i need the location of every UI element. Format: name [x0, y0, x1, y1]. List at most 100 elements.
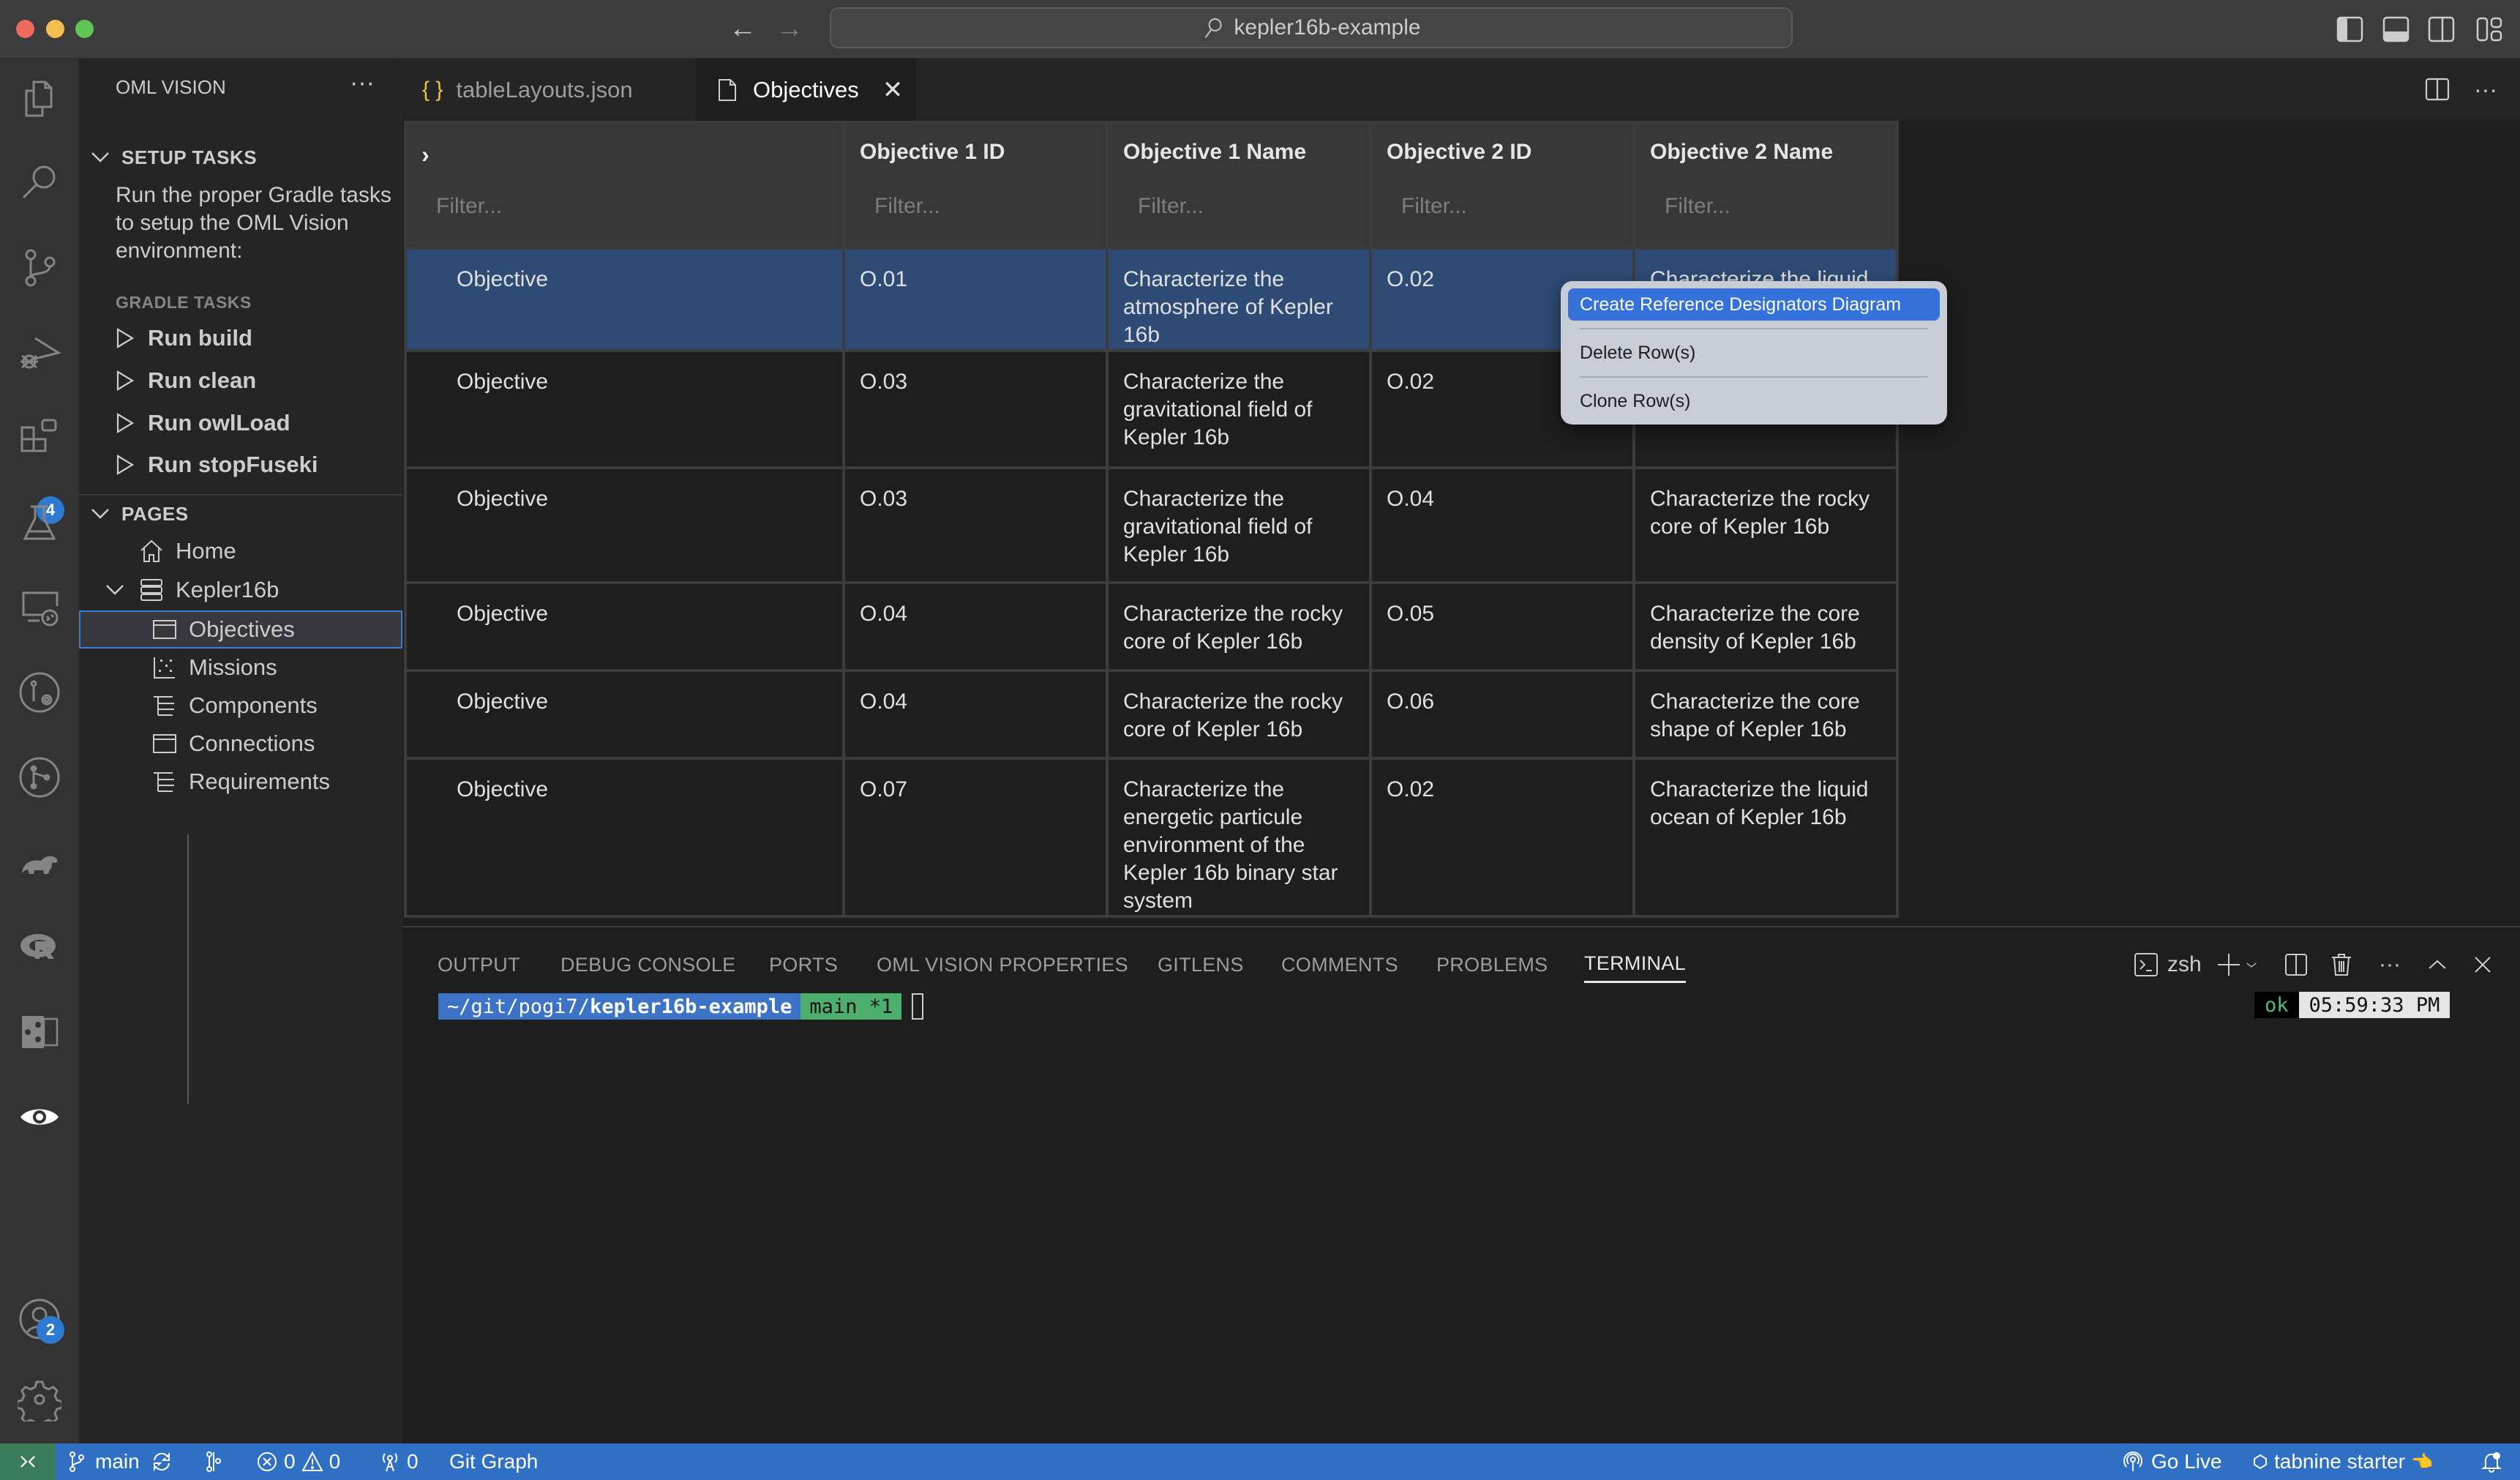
close-panel-icon[interactable]: [2470, 946, 2495, 983]
gradle-elephant-icon[interactable]: [16, 839, 63, 886]
tabnine-status[interactable]: tabnine starter 👈: [2252, 1443, 2433, 1480]
column-header-objective-1-name[interactable]: Objective 1 Name: [1106, 121, 1372, 250]
objective-1-name-cell[interactable]: Characterize the rocky core of Kepler 16…: [1106, 669, 1372, 760]
run-owlload-task[interactable]: Run owlLoad: [116, 405, 290, 441]
column-header-objective-2-id[interactable]: Objective 2 ID: [1369, 121, 1635, 250]
tab-objectives[interactable]: Objectives ✕: [696, 59, 915, 121]
back-arrow-icon[interactable]: ←: [729, 10, 757, 47]
objective-1-name-cell[interactable]: Characterize the gravitational field of …: [1106, 349, 1372, 469]
sidebar-more-actions-icon[interactable]: ···: [350, 69, 375, 97]
expand-all-icon[interactable]: ›: [407, 124, 842, 187]
window-close-button[interactable]: [16, 20, 34, 38]
kill-terminal-trash-icon[interactable]: [2329, 946, 2354, 983]
type-cell[interactable]: Objective: [404, 581, 845, 672]
panel-more-actions-icon[interactable]: ···: [2379, 946, 2401, 983]
terminal-dropdown-chevron-icon[interactable]: [2244, 946, 2259, 983]
window-maximize-button[interactable]: [75, 20, 94, 38]
problems-status[interactable]: 0 0: [256, 1443, 340, 1480]
objective-2-id-cell[interactable]: O.06: [1369, 669, 1635, 760]
panel-tab-ports[interactable]: PORTS: [769, 946, 838, 983]
gitlens-icon[interactable]: [16, 669, 63, 716]
toggle-panel-icon[interactable]: [2382, 15, 2411, 44]
terminal-instance-zsh[interactable]: zsh: [2134, 946, 2202, 983]
menu-item-clone-rows[interactable]: Clone Row(s): [1568, 385, 1940, 417]
menu-item-create-reference-designators-diagram[interactable]: Create Reference Designators Diagram: [1568, 288, 1940, 321]
tab-tablelayouts-json[interactable]: { } tableLayouts.json: [403, 59, 696, 121]
oml-share-icon[interactable]: [16, 1009, 63, 1055]
objective-1-name-cell[interactable]: Characterize the energetic particule env…: [1106, 757, 1372, 918]
type-cell[interactable]: Objective: [404, 349, 845, 469]
page-components[interactable]: Components: [79, 687, 402, 725]
filter-input-objective-2-id[interactable]: [1372, 187, 1632, 219]
page-missions[interactable]: Missions: [79, 649, 402, 687]
panel-tab-debug-console[interactable]: DEBUG CONSOLE: [560, 946, 735, 983]
remote-explorer-icon[interactable]: [16, 584, 63, 631]
objective-2-name-cell[interactable]: Characterize the rocky core of Kepler 16…: [1632, 466, 1899, 584]
settings-gear-icon[interactable]: [16, 1376, 63, 1423]
filter-input-objective-1-id[interactable]: [845, 187, 1106, 219]
panel-tab-gitlens[interactable]: GITLENS: [1158, 946, 1244, 983]
objective-1-id-cell[interactable]: O.03: [842, 349, 1109, 469]
column-header-objective-1-id[interactable]: Objective 1 ID: [842, 121, 1109, 250]
pages-section-header[interactable]: PAGES: [79, 496, 402, 532]
testing-flask-icon[interactable]: [16, 499, 63, 546]
run-clean-task[interactable]: Run clean: [116, 362, 256, 399]
objective-1-name-cell[interactable]: Characterize the atmosphere of Kepler 16…: [1106, 247, 1372, 352]
objective-1-id-cell[interactable]: O.03: [842, 466, 1109, 584]
run-stopfuseki-task[interactable]: Run stopFuseki: [116, 446, 318, 483]
ports-status[interactable]: 0: [379, 1443, 419, 1480]
git-branch-status[interactable]: main: [66, 1443, 140, 1480]
objective-1-name-cell[interactable]: Characterize the rocky core of Kepler 16…: [1106, 581, 1372, 672]
sync-changes-icon[interactable]: [151, 1443, 173, 1480]
panel-tab-terminal[interactable]: TERMINAL: [1584, 946, 1686, 983]
objective-1-id-cell[interactable]: O.04: [842, 581, 1109, 672]
menu-item-delete-rows[interactable]: Delete Row(s): [1568, 337, 1940, 369]
page-requirements[interactable]: Requirements: [79, 763, 402, 801]
toggle-primary-sidebar-icon[interactable]: [2336, 15, 2365, 44]
type-cell[interactable]: Objective: [404, 466, 845, 584]
go-live-button[interactable]: Go Live: [2122, 1443, 2222, 1480]
objective-2-id-cell[interactable]: O.05: [1369, 581, 1635, 672]
panel-tab-problems[interactable]: PROBLEMS: [1436, 946, 1548, 983]
page-connections[interactable]: Connections: [79, 725, 402, 763]
objective-1-id-cell[interactable]: O.07: [842, 757, 1109, 918]
window-minimize-button[interactable]: [46, 20, 64, 38]
explorer-icon[interactable]: [16, 75, 63, 122]
split-terminal-icon[interactable]: [2284, 946, 2309, 983]
objective-1-name-cell[interactable]: Characterize the gravitational field of …: [1106, 466, 1372, 584]
maximize-panel-chevron-up-icon[interactable]: [2425, 946, 2450, 983]
objective-2-name-cell[interactable]: Characterize the core density of Kepler …: [1632, 581, 1899, 672]
close-icon[interactable]: ✕: [882, 75, 904, 105]
r-language-icon[interactable]: [16, 924, 63, 971]
objective-2-name-cell[interactable]: Characterize the liquid ocean of Kepler …: [1632, 757, 1899, 918]
objective-2-id-cell[interactable]: O.02: [1369, 757, 1635, 918]
objective-2-id-cell[interactable]: O.04: [1369, 466, 1635, 584]
forward-arrow-icon[interactable]: →: [776, 10, 803, 47]
column-header-objective-2-name[interactable]: Objective 2 Name: [1632, 121, 1899, 250]
table-row[interactable]: Objective O.04 Characterize the rocky co…: [404, 581, 1899, 672]
new-terminal-icon[interactable]: [2216, 946, 2241, 983]
search-icon[interactable]: [16, 160, 63, 206]
run-build-task[interactable]: Run build: [116, 320, 252, 356]
objective-1-id-cell[interactable]: O.04: [842, 669, 1109, 760]
type-cell[interactable]: Objective: [404, 669, 845, 760]
git-graph-icon[interactable]: [16, 754, 63, 801]
panel-tab-output[interactable]: OUTPUT: [438, 946, 520, 983]
objective-2-name-cell[interactable]: Characterize the core shape of Kepler 16…: [1632, 669, 1899, 760]
oml-vision-eye-icon[interactable]: [16, 1094, 63, 1140]
filter-input-type[interactable]: [407, 187, 842, 219]
panel-tab-comments[interactable]: COMMENTS: [1281, 946, 1398, 983]
filter-input-objective-1-name[interactable]: [1109, 187, 1369, 219]
git-graph-status-button[interactable]: Git Graph: [449, 1443, 538, 1480]
customize-layout-icon[interactable]: [2475, 15, 2504, 44]
page-objectives[interactable]: Objectives: [79, 610, 402, 649]
source-control-icon[interactable]: [16, 244, 63, 291]
setup-tasks-section-header[interactable]: SETUP TASKS: [79, 139, 402, 176]
page-group-kepler16b[interactable]: Kepler16b: [79, 571, 402, 609]
type-cell[interactable]: Objective: [404, 247, 845, 352]
toggle-secondary-sidebar-icon[interactable]: [2427, 15, 2456, 44]
remote-indicator-button[interactable]: [0, 1443, 56, 1480]
split-editor-icon[interactable]: [2423, 75, 2452, 104]
page-home[interactable]: Home: [79, 532, 402, 570]
git-compare-icon[interactable]: [203, 1443, 225, 1480]
